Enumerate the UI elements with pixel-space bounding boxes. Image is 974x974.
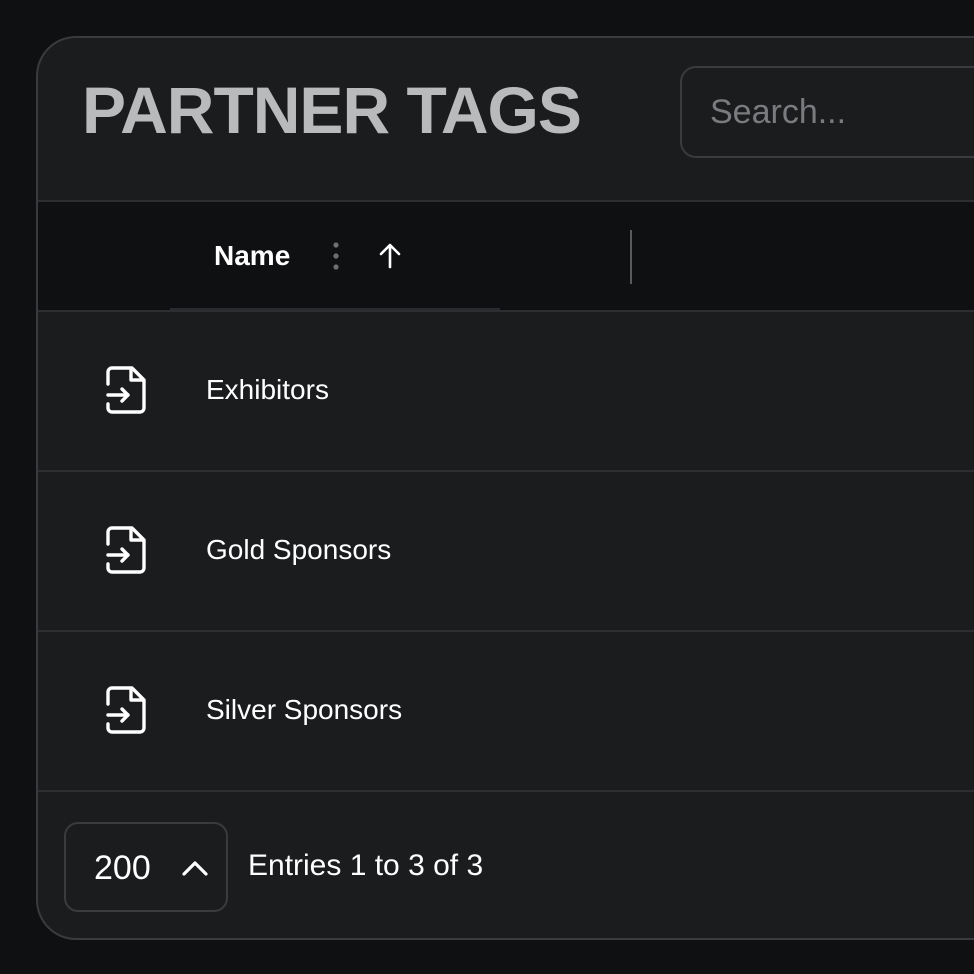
table-row[interactable]: Exhibitors (38, 312, 974, 472)
page-size-value: 200 (94, 849, 151, 887)
file-import-icon (106, 366, 146, 414)
search-input[interactable] (680, 66, 974, 158)
table-footer: 200 Entries 1 to 3 of 3 (38, 794, 974, 938)
row-label: Exhibitors (206, 374, 329, 405)
table-header: Name (38, 202, 974, 312)
panel-header: PARTNER TAGS (38, 38, 974, 202)
chevron-up-icon (182, 861, 208, 876)
file-import-icon (106, 526, 146, 574)
column-menu-icon[interactable] (328, 240, 344, 272)
page-title: PARTNER TAGS (82, 73, 582, 147)
table-row[interactable]: Gold Sponsors (38, 472, 974, 632)
column-header-label: Name (214, 240, 291, 271)
column-header-name[interactable]: Name (170, 202, 632, 310)
sort-ascending-icon[interactable] (374, 240, 406, 272)
page-size-select[interactable]: 200 (64, 822, 228, 912)
table-row[interactable]: Silver Sponsors (38, 632, 974, 792)
column-resize-handle[interactable] (630, 230, 632, 284)
partner-tags-panel: PARTNER TAGS Name Exhibitors (36, 36, 974, 940)
row-label: Gold Sponsors (206, 534, 392, 565)
file-import-icon (106, 686, 146, 734)
row-label: Silver Sponsors (206, 694, 403, 725)
entries-count: Entries 1 to 3 of 3 (248, 849, 484, 882)
